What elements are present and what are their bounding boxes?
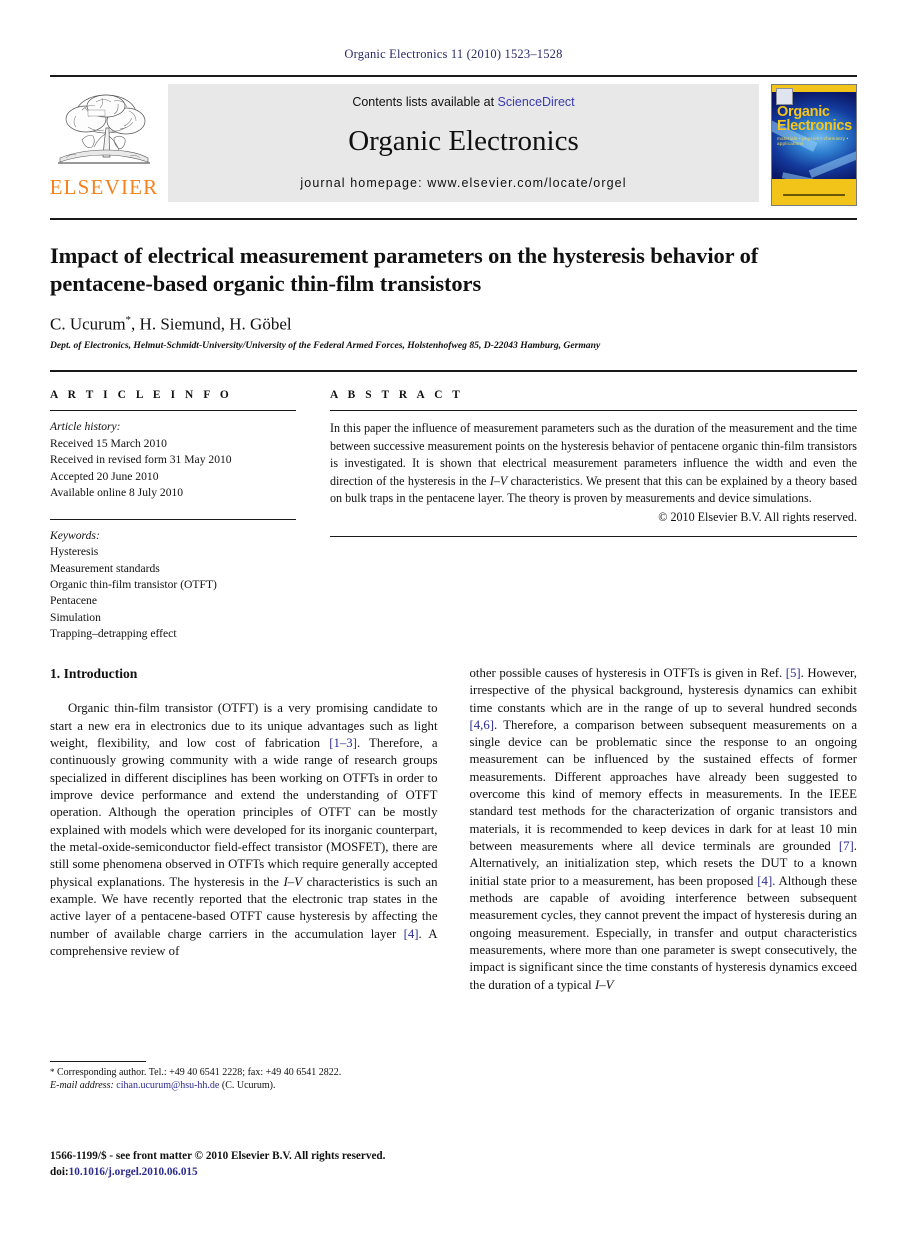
cover-title-line1: Organic: [777, 104, 830, 120]
cover-title-line2: Electronics: [777, 118, 852, 135]
keyword-item: Trapping–detrapping effect: [50, 627, 177, 641]
body-column-right: other possible causes of hysteresis in O…: [454, 665, 858, 1093]
abstract-rule: [330, 410, 857, 412]
right-text-e: . Although these methods are capable of …: [469, 873, 858, 992]
cover-title: Organic Electronics: [777, 104, 853, 135]
elsevier-logo: ELSEVIER: [50, 84, 158, 198]
email-address-link[interactable]: cihan.ucurum@hsu-hh.de: [116, 1080, 219, 1091]
doi-label: doi:: [50, 1165, 69, 1178]
author-list: C. Ucurum*, H. Siemund, H. Göbel: [50, 314, 857, 335]
intro-paragraph-right: other possible causes of hysteresis in O…: [470, 665, 858, 994]
masthead-bottom-rule: [50, 218, 857, 220]
journal-cover-thumbnail: Organic Electronics materials • physics …: [771, 84, 857, 206]
intro-paragraph-left: Organic thin-film transistor (OTFT) is a…: [50, 700, 438, 960]
footnote-line-1: * Corresponding author. Tel.: +49 40 654…: [50, 1066, 404, 1080]
elsevier-wordmark: ELSEVIER: [49, 175, 159, 199]
keywords-label: Keywords:: [50, 528, 100, 542]
elsevier-tree-icon: [52, 88, 156, 176]
body-column-left: 1. Introduction Organic thin-film transi…: [50, 665, 454, 1093]
sciencedirect-link[interactable]: ScienceDirect: [498, 95, 575, 109]
info-abstract-top-rule: [50, 370, 857, 373]
cover-subtitle: materials • physics • chemistry • applic…: [777, 136, 849, 146]
cover-bottom-bar: [772, 179, 856, 205]
right-text-c: . Therefore, a comparison between subseq…: [469, 717, 858, 854]
right-iv-term: I–V: [594, 977, 614, 992]
article-info-rule: [50, 410, 296, 412]
article-history-block: Article history: Received 15 March 2010 …: [50, 419, 296, 501]
abstract-heading: A B S T R A C T: [330, 389, 464, 402]
journal-banner: Contents lists available at ScienceDirec…: [168, 84, 759, 202]
abstract-copyright: © 2010 Elsevier B.V. All rights reserved…: [658, 510, 857, 525]
citation-ref-5[interactable]: [5]: [786, 666, 801, 680]
citation-ref-4-second[interactable]: [4]: [757, 874, 772, 888]
keyword-item: Pentacene: [50, 594, 97, 608]
affiliation: Dept. of Electronics, Helmut-Schmidt-Uni…: [50, 340, 601, 352]
history-item: Available online 8 July 2010: [50, 486, 184, 500]
article-history-label: Article history:: [50, 420, 121, 434]
intro-text-b: . Therefore, a continuously growing comm…: [50, 735, 438, 889]
abstract-column: A B S T R A C T In this paper the influe…: [314, 389, 857, 642]
keyword-item: Organic thin-film transistor (OTFT): [50, 578, 217, 592]
cover-publisher-logo: [776, 88, 793, 105]
front-matter-line: 1566-1199/$ - see front matter © 2010 El…: [50, 1149, 386, 1162]
keywords-block: Keywords: Hysteresis Measurement standar…: [50, 528, 296, 643]
body-columns: 1. Introduction Organic thin-film transi…: [50, 665, 857, 1093]
email-suffix: (C. Ucurum).: [219, 1080, 276, 1092]
history-item: Received 15 March 2010: [50, 436, 167, 450]
section-title-introduction: 1. Introduction: [50, 665, 138, 681]
cover-bottom-line: [783, 194, 845, 196]
citation-ref-7[interactable]: [7]: [839, 839, 854, 853]
footnote-text: Corresponding author. Tel.: +49 40 6541 …: [54, 1066, 342, 1078]
journal-title: Organic Electronics: [348, 125, 579, 157]
citation-ref-1-3[interactable]: [1–3]: [329, 736, 357, 750]
article-info-column: A R T I C L E I N F O Article history: R…: [50, 389, 314, 642]
right-text-a: other possible causes of hysteresis in O…: [469, 665, 786, 680]
footnote-rule: [50, 1060, 146, 1062]
history-item: Received in revised form 31 May 2010: [50, 453, 232, 467]
footnote-line-2: E-mail address: cihan.ucurum@hsu-hh.de (…: [50, 1079, 404, 1093]
citation-ref-4[interactable]: [4]: [404, 927, 419, 941]
author-first: C. Ucurum: [50, 314, 126, 334]
journal-homepage-link[interactable]: journal homepage: www.elsevier.com/locat…: [300, 176, 626, 190]
contents-line: Contents lists available at ScienceDirec…: [352, 95, 574, 109]
journal-masthead: ELSEVIER Contents lists available at Sci…: [50, 75, 857, 212]
keyword-item: Simulation: [50, 610, 101, 624]
abstract-iv-term: I–V: [489, 473, 508, 488]
article-page: Organic Electronics 11 (2010) 1523–1528: [0, 0, 907, 1238]
page-footer: 1566-1199/$ - see front matter © 2010 El…: [50, 1148, 385, 1180]
keywords-rule: [50, 518, 296, 520]
keyword-item: Hysteresis: [50, 545, 99, 559]
citation-ref-4-6[interactable]: [4,6]: [470, 718, 495, 732]
keyword-item: Measurement standards: [50, 561, 160, 575]
corresponding-author-footnote: * Corresponding author. Tel.: +49 40 654…: [50, 1060, 404, 1093]
intro-iv-term: I–V: [283, 874, 303, 889]
doi-link[interactable]: 10.1016/j.orgel.2010.06.015: [69, 1166, 198, 1178]
article-title: Impact of electrical measurement paramet…: [50, 243, 759, 297]
abstract-text: In this paper the influence of measureme…: [330, 420, 857, 507]
email-label: E-mail address:: [50, 1080, 114, 1092]
article-info-heading: A R T I C L E I N F O: [50, 389, 233, 402]
author-rest: , H. Siemund, H. Göbel: [131, 314, 292, 334]
doi-line: doi:10.1016/j.orgel.2010.06.015: [50, 1164, 385, 1180]
history-item: Accepted 20 June 2010: [50, 469, 159, 483]
abstract-bottom-rule: [330, 536, 857, 538]
info-abstract-section: A R T I C L E I N F O Article history: R…: [50, 389, 857, 642]
contents-prefix: Contents lists available at: [352, 95, 498, 109]
running-head: Organic Electronics 11 (2010) 1523–1528: [344, 47, 563, 61]
